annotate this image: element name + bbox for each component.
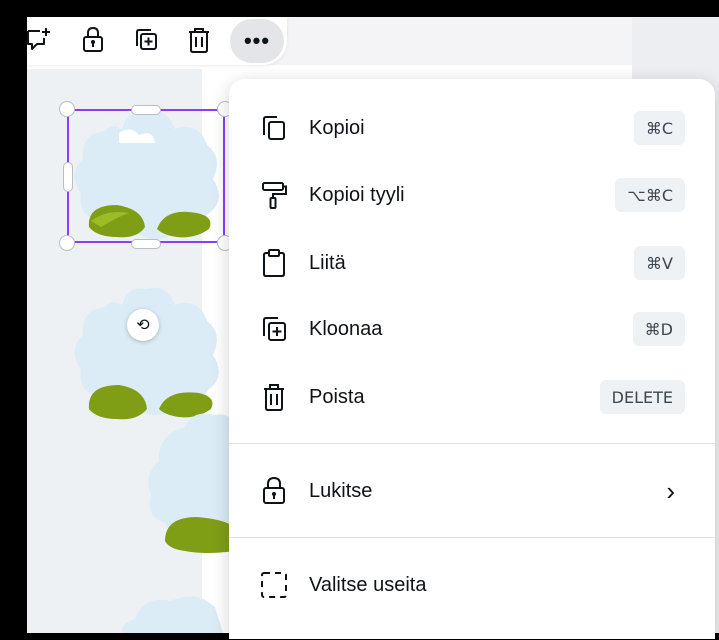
copy-icon [259,113,289,143]
flower-element[interactable] [67,285,227,425]
menu-item-copy-style[interactable]: Kopioi tyyli ⌥⌘C [229,169,715,221]
app-frame: ⟲ ••• Kopioi ⌘C Kopioi tyyli ⌥⌘C Liitä ⌘… [0,0,719,640]
shortcut-badge: ⌘D [632,312,685,346]
menu-item-label: Kopioi tyyli [309,183,405,206]
shortcut-badge: DELETE [599,380,685,414]
paint-roller-icon [259,180,289,210]
resize-handle-top[interactable] [131,105,161,115]
lock-icon [259,476,289,506]
resize-handle-bottom[interactable] [131,239,161,249]
lock-icon[interactable] [78,25,108,55]
menu-divider [229,443,715,444]
shortcut-badge: ⌘V [634,246,685,280]
shortcut-badge: ⌘C [633,111,685,145]
menu-item-label: Kloonaa [309,317,383,340]
chevron-right-icon: › [666,475,675,506]
menu-item-label: Poista [309,385,365,408]
menu-item-delete[interactable]: Poista DELETE [229,371,715,423]
more-button[interactable]: ••• [230,19,284,63]
selection-box [67,109,225,243]
menu-item-select-multiple[interactable]: Valitse useita [229,559,715,611]
more-icon: ••• [243,28,271,53]
rotate-icon: ⟲ [136,317,150,334]
flower-element[interactable] [145,405,235,555]
resize-handle-bottom-left[interactable] [59,235,75,251]
clipboard-icon [259,248,289,278]
duplicate-icon [259,314,289,344]
menu-item-copy[interactable]: Kopioi ⌘C [229,102,715,154]
menu-item-label: Liitä [309,251,346,274]
resize-handle-left[interactable] [63,162,73,192]
menu-item-paste[interactable]: Liitä ⌘V [229,237,715,289]
menu-item-clone[interactable]: Kloonaa ⌘D [229,303,715,355]
menu-item-lock[interactable]: Lukitse › [229,465,715,517]
trash-icon [259,382,289,412]
context-menu: Kopioi ⌘C Kopioi tyyli ⌥⌘C Liitä ⌘V Kloo… [229,79,715,639]
menu-item-label: Valitse useita [309,573,427,596]
comment-add-icon[interactable] [27,25,53,55]
menu-divider [229,537,715,538]
resize-handle-top-left[interactable] [59,101,75,117]
flower-element[interactable] [115,589,225,633]
menu-item-label: Kopioi [309,116,365,139]
dashed-select-icon [259,570,289,600]
element-toolbar: ••• [27,17,287,65]
shortcut-badge: ⌥⌘C [615,178,685,212]
rotate-handle[interactable]: ⟲ [127,309,159,341]
trash-icon[interactable] [184,25,214,55]
duplicate-icon[interactable] [131,25,161,55]
menu-item-label: Lukitse [309,479,373,502]
